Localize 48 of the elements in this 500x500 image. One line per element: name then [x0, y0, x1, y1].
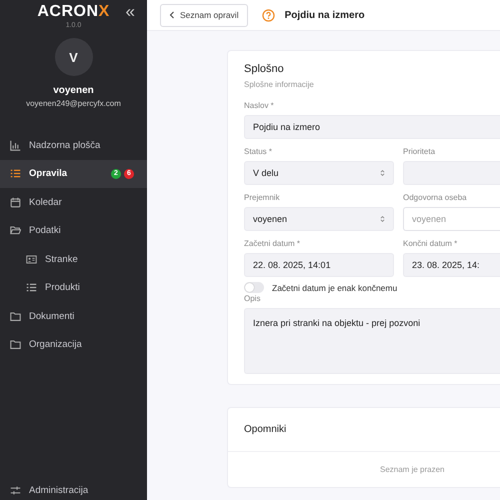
sidebar-item[interactable]: Nadzorna plošča — [0, 131, 147, 160]
sidebar-item[interactable]: Stranke — [0, 245, 147, 274]
toggle-switch[interactable] — [244, 282, 264, 293]
question-icon — [262, 8, 275, 22]
sidebar-item[interactable]: Koledar — [0, 188, 147, 216]
sidebar-item[interactable]: Produkti — [0, 274, 147, 302]
contact-card-icon — [26, 254, 37, 265]
page-title: Pojdiu na izmero — [284, 10, 365, 20]
chevron-left-icon — [169, 11, 175, 19]
list-icon — [26, 282, 37, 294]
sidebar-item[interactable]: Podatki — [0, 216, 147, 245]
folder-icon — [10, 310, 21, 322]
description-field[interactable]: Iznera pri stranki na objektu - prej pozvoni — [244, 308, 500, 374]
field-label: Prioriteta — [403, 147, 436, 156]
empty-list-text: Seznam je prazen — [379, 464, 446, 476]
updown-icon — [380, 169, 385, 177]
user-avatar: V — [54, 38, 92, 76]
folder-icon — [10, 339, 21, 350]
section-title: Splošno — [244, 63, 285, 75]
user-name: voyenen — [53, 85, 94, 96]
collapse-button[interactable]: « — [126, 3, 135, 21]
sidebar-item[interactable]: Organizacija — [0, 330, 147, 359]
select-field[interactable]: V delu — [244, 161, 394, 185]
field-label: Odgovorna oseba — [403, 193, 468, 202]
section-subtitle: Splošne informacije — [244, 80, 315, 89]
list-icon — [10, 168, 21, 180]
chart-icon — [10, 140, 21, 151]
select-field[interactable]: voyenen — [244, 207, 394, 231]
sidebar-item[interactable]: Dokumenti — [0, 302, 147, 330]
input-field[interactable]: Pojdiu na izmero — [244, 115, 500, 139]
toggle-label: Začetni datum je enak končnemu — [272, 282, 398, 292]
field-label: Status * — [244, 147, 274, 156]
calendar-icon — [10, 196, 21, 208]
section-title: Opomniki — [228, 408, 500, 452]
sliders-icon — [10, 484, 21, 496]
field-label: Začetni datum * — [244, 239, 302, 248]
field-label: Končni datum * — [403, 239, 458, 248]
input-field[interactable]: 22. 08. 2025, 14:01 — [244, 253, 394, 277]
field-label: Opis — [244, 294, 262, 303]
field-label: Naslov * — [244, 101, 275, 110]
logo: ACRONX — [37, 3, 110, 21]
updown-icon — [380, 215, 385, 223]
folder-icon — [10, 225, 21, 236]
field-label: Prejemnik — [244, 193, 281, 202]
user-email: voyenen249@percyfx.com — [26, 99, 121, 108]
input-field[interactable]: 23. 08. 2025, 14: — [403, 253, 500, 277]
sidebar-item[interactable]: Administracija — [0, 480, 147, 500]
back-button[interactable]: Seznam opravil — [160, 4, 248, 26]
